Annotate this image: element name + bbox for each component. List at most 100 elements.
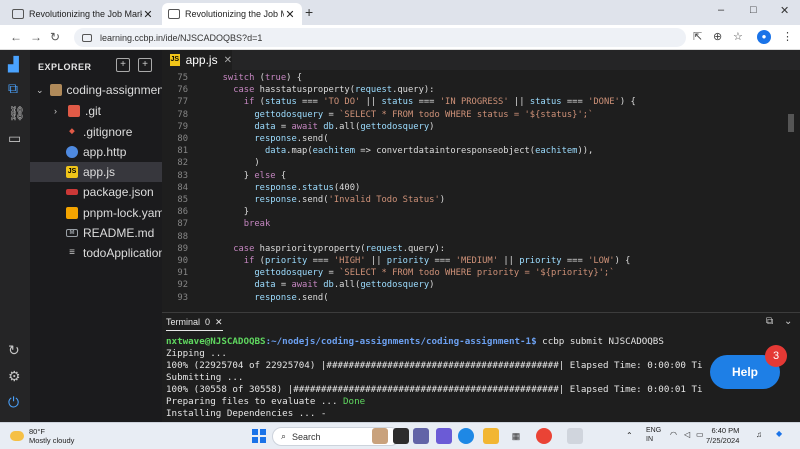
meet-icon[interactable] (413, 428, 429, 444)
explorer-files-icon[interactable]: ⧉ (8, 80, 18, 97)
reload-icon[interactable]: ↻ (50, 30, 60, 44)
code-line[interactable]: 91 gettodosquery = `SELECT * FROM todo W… (162, 267, 800, 279)
file-item-package-json[interactable]: package.json (30, 182, 162, 202)
evaluate-text: Preparing files to evaluate ... (166, 396, 344, 407)
ccbp-logo-icon[interactable]: ▟ (8, 56, 19, 73)
app-icon[interactable] (567, 428, 583, 444)
file-item-pnpm-lock[interactable]: pnpm-lock.yaml (30, 203, 162, 223)
copilot-icon[interactable]: ◆ (776, 429, 782, 438)
file-item-readme[interactable]: M README.md (30, 223, 162, 243)
root-folder-label: coding-assignment (66, 83, 162, 97)
code-line[interactable]: 89 case haspriorityproperty(request.quer… (162, 243, 800, 255)
chrome-icon[interactable] (536, 428, 552, 444)
language-indicator[interactable]: ENG IN (646, 426, 661, 444)
back-icon[interactable]: ← (10, 30, 22, 44)
refresh-icon[interactable]: ↻ (8, 342, 20, 359)
code-line[interactable]: 77 if (status === 'TO DO' || status === … (162, 96, 800, 108)
taskbar-clock[interactable]: 6:40 PM 7/25/2024 (706, 426, 739, 446)
git-icon: ◆ (69, 128, 75, 135)
wifi-icon[interactable]: ◠ (670, 430, 677, 439)
close-icon[interactable]: ✕ (224, 55, 232, 66)
code-line[interactable]: 79 data = await db.all(gettodosquery) (162, 121, 800, 133)
file-explorer-icon[interactable] (483, 428, 499, 444)
evaluate-status: Done (343, 396, 366, 407)
zoom-icon[interactable]: ⊕ (713, 30, 722, 43)
search-icon: ⌕ (281, 431, 287, 441)
terminal-output[interactable]: nxtwave@NJSCADOQBS:~/nodejs/coding-assig… (166, 336, 796, 420)
chevron-down-icon[interactable]: ⌄ (784, 316, 792, 327)
minimize-icon[interactable]: – (718, 4, 724, 16)
tab-terminal[interactable]: Terminal 0 ✕ (166, 317, 223, 331)
code-text: response.send( (254, 134, 329, 144)
avatar-app-icon[interactable] (372, 428, 388, 444)
code-text: case hasstatusproperty(request.query): (233, 85, 435, 96)
browser-tab[interactable]: Revolutionizing the Job Market ✕ (6, 3, 160, 25)
browser-menu-icon[interactable]: ⋮ (782, 30, 793, 43)
edge-icon[interactable] (458, 428, 474, 444)
forward-icon[interactable]: → (30, 30, 42, 44)
file-item-app-http[interactable]: app.http (30, 142, 162, 162)
code-line[interactable]: 83 } else { (162, 170, 800, 182)
address-bar-row: ← → ↻ learning.ccbp.in/ide/NJSCADOQBS?d=… (0, 25, 800, 50)
weather-widget[interactable]: 80°F Mostly cloudy (10, 427, 74, 445)
file-label: .gitignore (83, 125, 133, 139)
close-window-icon[interactable]: ✕ (780, 4, 789, 17)
code-line[interactable]: 85 response.send('Invalid Todo Status') (162, 194, 800, 206)
code-area[interactable]: 75 switch (true) {76 case hasstatusprope… (162, 70, 800, 312)
code-line[interactable]: 80 response.send( (162, 133, 800, 145)
editor-tab-app-js[interactable]: JS app.js ✕ (162, 50, 232, 70)
share-link-icon[interactable]: ⛓ (8, 105, 26, 122)
file-item-gitignore[interactable]: ◆ .gitignore (30, 122, 162, 142)
browser-tab-active[interactable]: Revolutionizing the Job Market ✕ (162, 3, 302, 25)
file-item-app-js[interactable]: JS app.js (30, 162, 162, 182)
new-file-icon[interactable]: + (116, 58, 130, 72)
power-icon[interactable]: ⏻ (8, 394, 19, 411)
code-line[interactable]: 84 response.status(400) (162, 182, 800, 194)
volume-icon[interactable]: ◁ (684, 430, 690, 439)
code-line[interactable]: 75 switch (true) { (162, 72, 800, 84)
task-view-icon[interactable] (393, 428, 409, 444)
prompt-path: :~/nodejs/coding-assignments/coding-assi… (265, 336, 537, 347)
tab-title: Revolutionizing the Job Market (185, 9, 284, 19)
terminal-panel: Terminal 0 ✕ ⧉ ⌄ nxtwave@NJSCADOQBS:~/no… (162, 312, 800, 422)
code-line[interactable]: 78 gettodosquery = `SELECT * FROM todo W… (162, 109, 800, 121)
code-line[interactable]: 92 data = await db.all(gettodosquery) (162, 279, 800, 291)
chat-app-icon[interactable] (436, 428, 452, 444)
editor-scrollbar[interactable] (788, 114, 794, 132)
open-in-app-icon[interactable]: ⇱ (693, 30, 702, 43)
weather-desc: Mostly cloudy (29, 436, 75, 445)
file-item-git[interactable]: › .git (30, 101, 162, 121)
file-item-todo-db[interactable]: ≡ todoApplication. (30, 243, 162, 263)
site-settings-icon[interactable] (82, 33, 92, 42)
maximize-panel-icon[interactable]: ⧉ (766, 316, 773, 327)
notification-bell-icon[interactable]: ♫ (756, 430, 762, 439)
maximize-icon[interactable]: □ (750, 4, 757, 16)
bookmark-star-icon[interactable]: ☆ (733, 30, 743, 43)
windows-start-icon[interactable] (252, 429, 266, 443)
close-tab-icon[interactable]: ✕ (142, 8, 154, 21)
code-editor[interactable]: JS app.js ✕ 75 switch (true) {76 case ha… (162, 50, 800, 312)
store-icon[interactable]: ▦ (508, 428, 524, 444)
pnpm-icon (66, 207, 78, 219)
new-tab-icon[interactable]: + (305, 4, 313, 20)
close-tab-icon[interactable]: ✕ (284, 8, 296, 21)
url-bar[interactable]: learning.ccbp.in/ide/NJSCADOQBS?d=1 (74, 28, 686, 47)
terminal-line: Zipping ... (166, 348, 227, 359)
chevron-up-icon[interactable]: ⌃ (626, 431, 633, 440)
profile-avatar-icon[interactable]: ● (757, 30, 771, 44)
battery-icon[interactable]: ▭ (696, 430, 704, 439)
code-line[interactable]: 87 break (162, 218, 800, 230)
code-line[interactable]: 93 response.send( (162, 292, 800, 304)
clock-time: 6:40 PM (711, 426, 740, 435)
code-line[interactable]: 81 data.map(eachitem => convertdataintor… (162, 145, 800, 157)
gear-icon[interactable]: ⚙ (8, 368, 21, 385)
new-folder-icon[interactable]: + (138, 58, 152, 72)
code-line[interactable]: 86 } (162, 206, 800, 218)
code-line[interactable]: 90 if (priority === 'HIGH' || priority =… (162, 255, 800, 267)
root-folder[interactable]: ⌄ coding-assignment (30, 80, 162, 100)
code-line[interactable]: 82 ) (162, 157, 800, 169)
chat-icon[interactable]: ▭ (8, 130, 21, 147)
code-line[interactable]: 88 (162, 231, 800, 243)
code-line[interactable]: 76 case hasstatusproperty(request.query)… (162, 84, 800, 96)
line-number: 88 (177, 231, 188, 242)
